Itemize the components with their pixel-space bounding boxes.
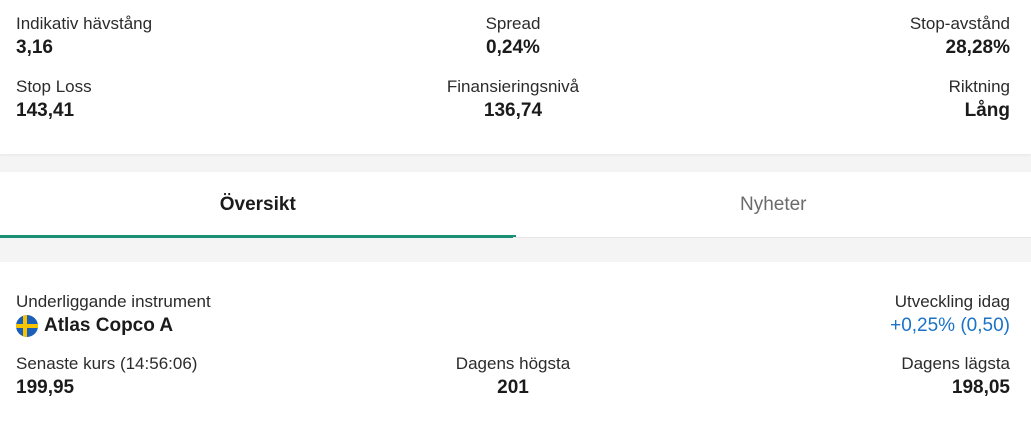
day-high-label: Dagens högsta [455,354,571,373]
spread-label: Spread [485,14,541,33]
stop-loss-value: 143,41 [16,100,75,121]
leverage-label: Indikativ hävstång [16,14,153,33]
summary-row-1: Indikativ hävstång 3,16 Spread 0,24% Sto… [16,13,1010,61]
instrument-summary-card: Indikativ hävstång 3,16 Spread 0,24% Sto… [0,0,1031,154]
tab-news[interactable]: Nyheter [516,172,1031,238]
sweden-flag-icon [16,315,38,337]
stop-loss-label: Stop Loss [16,77,92,96]
financing-level-cell: Finansieringsnivå 136,74 [347,76,678,124]
summary-row-2: Stop Loss 143,41 Finansieringsnivå 136,7… [16,76,1010,124]
last-price-value: 199,95 [16,377,75,398]
stop-loss-cell: Stop Loss 143,41 [16,76,347,124]
overview-row-2: Senaste kurs (14:56:06) 199,95 Dagens hö… [16,353,1010,401]
day-high-value: 201 [497,377,529,398]
last-price-cell: Senaste kurs (14:56:06) 199,95 [16,353,347,401]
direction-cell: Riktning Lång [679,76,1010,124]
direction-label: Riktning [948,77,1010,96]
leverage-cell: Indikativ hävstång 3,16 [16,13,347,61]
underlying-value: Atlas Copco A [44,315,174,336]
change-today-label: Utveckling idag [894,292,1010,311]
day-low-value: 198,05 [951,377,1010,398]
day-low-cell: Dagens lägsta 198,05 [679,353,1010,401]
tab-overview[interactable]: Översikt [0,172,516,238]
tab-divider [513,237,1031,238]
tabs: Översikt Nyheter [0,172,1031,238]
change-today-cell: Utveckling idag +0,25% (0,50) [679,291,1010,339]
leverage-value: 3,16 [16,37,53,58]
overview-card: Underliggande instrument Atlas Copco A U… [0,262,1031,425]
underlying-label: Underliggande instrument [16,292,211,311]
underlying-instrument[interactable]: Atlas Copco A [16,313,173,339]
day-high-cell: Dagens högsta 201 [347,353,678,401]
financing-level-label: Finansieringsnivå [446,77,580,96]
underlying-cell: Underliggande instrument Atlas Copco A [16,291,679,339]
stop-distance-label: Stop-avstånd [909,14,1010,33]
last-price-label: Senaste kurs (14:56:06) [16,354,198,373]
change-today-value: +0,25% (0,50) [890,315,1010,336]
tab-bar: Översikt Nyheter [0,172,1031,238]
financing-level-value: 136,74 [483,100,543,121]
direction-value: Lång [964,100,1010,121]
spread-cell: Spread 0,24% [347,13,678,61]
spread-value: 0,24% [486,37,540,58]
overview-row-1: Underliggande instrument Atlas Copco A U… [16,291,1010,339]
stop-distance-value: 28,28% [945,37,1010,58]
stop-distance-cell: Stop-avstånd 28,28% [679,13,1010,61]
day-low-label: Dagens lägsta [901,354,1010,373]
